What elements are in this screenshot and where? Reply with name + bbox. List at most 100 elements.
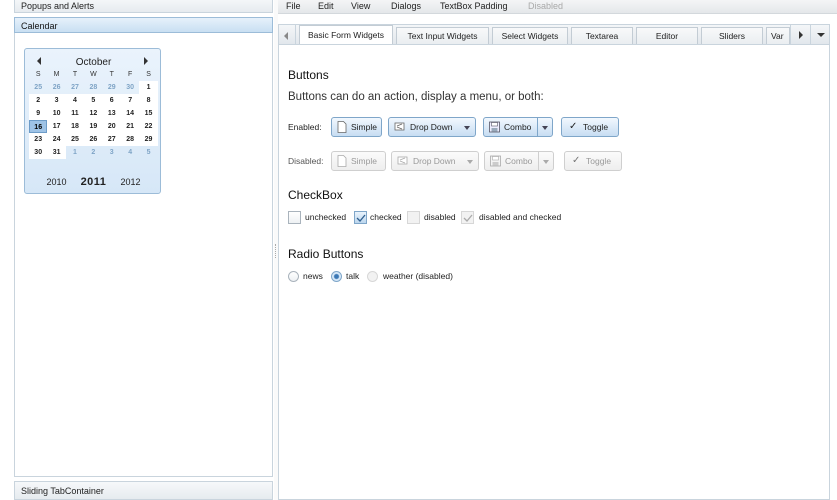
- tab-scroll-left-icon[interactable]: [279, 25, 296, 44]
- tab-textarea[interactable]: Textarea: [571, 27, 633, 45]
- tab-text-input-widgets[interactable]: Text Input Widgets: [396, 27, 489, 45]
- drop-down-button[interactable]: Drop Down: [388, 117, 476, 137]
- accordion-title-popups[interactable]: Popups and Alerts: [14, 0, 273, 13]
- calendar-day[interactable]: 16: [29, 120, 48, 133]
- calendar-day[interactable]: 27: [102, 133, 121, 146]
- calendar-grid: S M T W T F S 25 26 27 28 29 30 1 2 3 4 5 6 7 8 9 10 11 12 13 14 15…: [29, 68, 158, 159]
- drop-down-button-label: Drop Down: [413, 156, 456, 166]
- calendar-day[interactable]: 10: [47, 107, 66, 120]
- calendar-day[interactable]: 28: [84, 81, 102, 94]
- calendar-day[interactable]: 4: [121, 146, 139, 159]
- calendar-day[interactable]: 11: [65, 107, 85, 120]
- calendar-day[interactable]: 22: [139, 120, 158, 133]
- calendar-day[interactable]: 7: [120, 94, 140, 107]
- accordion-title-label: Calendar: [21, 21, 58, 31]
- calendar-day[interactable]: 18: [65, 120, 85, 133]
- calendar-day[interactable]: 3: [47, 94, 66, 107]
- calendar-day[interactable]: 1: [66, 146, 84, 159]
- calendar-day[interactable]: 3: [103, 146, 121, 159]
- calendar-day[interactable]: 24: [47, 133, 66, 146]
- calendar-day[interactable]: 31: [47, 146, 66, 159]
- calendar-month[interactable]: October: [55, 57, 132, 68]
- radio-news[interactable]: [288, 271, 299, 282]
- calendar-day[interactable]: 8: [139, 94, 158, 107]
- calendar-day[interactable]: 4: [65, 94, 85, 107]
- weekday-label: W: [90, 71, 97, 78]
- tab-menu-chevron-down-icon[interactable]: [810, 25, 830, 44]
- tab-scroll-right-icon[interactable]: [790, 25, 810, 44]
- previous-year[interactable]: 2010: [47, 177, 67, 187]
- previous-month-icon[interactable]: [35, 56, 45, 66]
- tab-select-widgets[interactable]: Select Widgets: [492, 27, 568, 45]
- calendar-day[interactable]: 27: [66, 81, 84, 94]
- checkbox-disabled-checked-label: disabled and checked: [479, 212, 562, 222]
- radio-talk-label: talk: [346, 271, 360, 281]
- combo-dropdown-arrow-disabled: [538, 151, 554, 171]
- weekday-label: T: [109, 71, 114, 78]
- checkbox-heading: CheckBox: [288, 188, 343, 202]
- calendar-day[interactable]: 2: [29, 94, 48, 107]
- radio-talk[interactable]: [331, 271, 342, 282]
- menu-dialogs[interactable]: Dialogs: [391, 0, 421, 12]
- calendar-day[interactable]: 12: [84, 107, 103, 120]
- simple-button[interactable]: Simple: [331, 117, 382, 137]
- calendar-day[interactable]: 30: [29, 146, 48, 159]
- calendar-day[interactable]: 28: [120, 133, 140, 146]
- calendar-day[interactable]: 26: [47, 81, 65, 94]
- calendar-day[interactable]: 21: [120, 120, 140, 133]
- calendar-day[interactable]: 1: [139, 81, 158, 94]
- calendar-day[interactable]: 6: [102, 94, 121, 107]
- cut-icon: [397, 156, 408, 165]
- drop-down-button-label: Drop Down: [410, 122, 453, 132]
- calendar-day[interactable]: 2: [84, 146, 102, 159]
- next-year[interactable]: 2012: [120, 177, 140, 187]
- calendar-day[interactable]: 30: [121, 81, 139, 94]
- calendar-day[interactable]: 9: [29, 107, 48, 120]
- calendar-day[interactable]: 19: [84, 120, 103, 133]
- calendar-day[interactable]: 29: [103, 81, 121, 94]
- next-month-icon[interactable]: [141, 56, 151, 66]
- calendar-day[interactable]: 17: [47, 120, 66, 133]
- accordion-title-label: Popups and Alerts: [21, 1, 95, 11]
- menu-edit[interactable]: Edit: [318, 0, 334, 12]
- menu-view[interactable]: View: [351, 0, 370, 12]
- calendar-day[interactable]: 23: [29, 133, 48, 146]
- tab-various[interactable]: Var: [766, 27, 790, 45]
- buttons-heading: Buttons: [288, 68, 329, 82]
- tab-basic-form-widgets[interactable]: Basic Form Widgets: [299, 25, 393, 45]
- tab-sliders[interactable]: Sliders: [701, 27, 763, 45]
- toggle-button-label: Toggle: [586, 156, 612, 166]
- menu-file[interactable]: File: [286, 0, 301, 12]
- weekday-label: S: [146, 71, 151, 78]
- save-icon: [489, 121, 500, 133]
- checkbox-unchecked[interactable]: [288, 211, 301, 224]
- tab-label: Select Widgets: [501, 31, 559, 41]
- radio-heading: Radio Buttons: [288, 247, 364, 261]
- document-icon: [337, 155, 347, 167]
- accordion-title-sliding-tabcontainer[interactable]: Sliding TabContainer: [14, 481, 273, 500]
- checkbox-unchecked-label: unchecked: [305, 212, 347, 222]
- combo-button[interactable]: Combo: [483, 117, 538, 137]
- calendar-day[interactable]: 15: [139, 107, 158, 120]
- calendar-day[interactable]: 5: [84, 94, 103, 107]
- tab-editor[interactable]: Editor: [636, 27, 698, 45]
- calendar-day[interactable]: 5: [139, 146, 157, 159]
- checkbox-checked[interactable]: [354, 211, 367, 224]
- calendar-day[interactable]: 26: [84, 133, 103, 146]
- calendar-day[interactable]: 13: [102, 107, 121, 120]
- tab-label: Var: [771, 31, 784, 41]
- calendar-day[interactable]: 25: [65, 133, 85, 146]
- calendar-day[interactable]: 20: [102, 120, 121, 133]
- menu-textbox-padding[interactable]: TextBox Padding: [440, 0, 508, 12]
- calendar-day[interactable]: 29: [139, 133, 158, 146]
- checkmark-icon: ✓: [569, 121, 578, 132]
- calendar-day[interactable]: 25: [29, 81, 47, 94]
- combo-dropdown-arrow[interactable]: [537, 117, 553, 137]
- toggle-button[interactable]: ✓ Toggle: [561, 117, 619, 137]
- checkmark-icon: [463, 214, 473, 222]
- tab-label: Textarea: [585, 31, 619, 41]
- accordion-title-calendar[interactable]: Calendar: [14, 17, 273, 33]
- toggle-button-disabled: ✓ Toggle: [564, 151, 622, 171]
- calendar-day[interactable]: 14: [120, 107, 140, 120]
- combo-button-label: Combo: [504, 122, 532, 132]
